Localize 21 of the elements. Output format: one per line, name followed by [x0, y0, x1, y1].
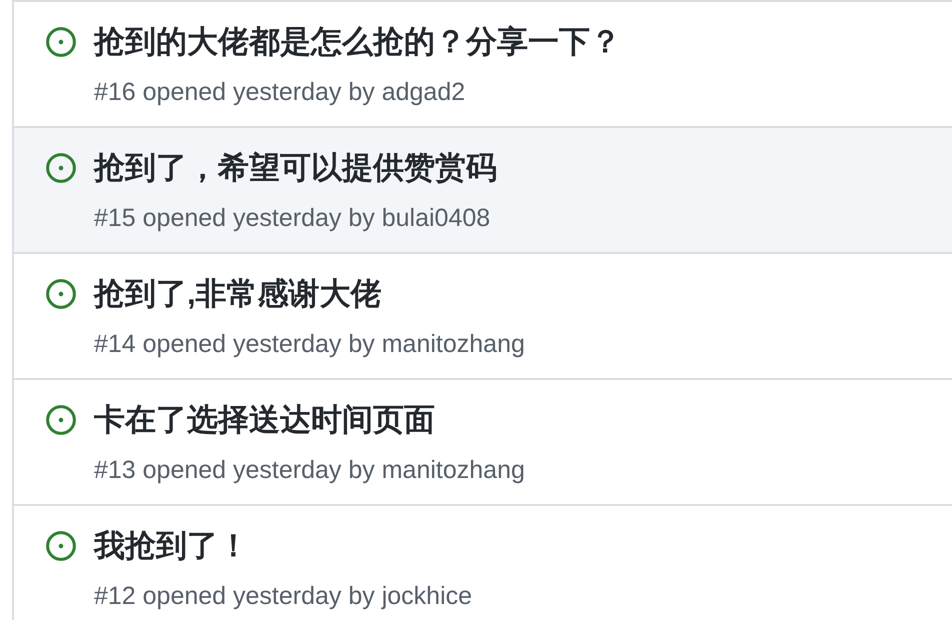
author-link[interactable]: manitozhang: [382, 456, 525, 484]
circle-dot-icon: [46, 531, 76, 561]
issue-meta-text: #12 opened yesterday by jockhice: [94, 581, 472, 612]
issue-meta-text: #15 opened yesterday by bulai0408: [94, 203, 490, 234]
issue-meta-text: #16 opened yesterday by adgad2: [94, 77, 466, 108]
issue-meta-text: #14 opened yesterday by manitozhang: [94, 329, 525, 360]
circle-dot-icon: [46, 279, 76, 309]
author-link[interactable]: adgad2: [382, 78, 466, 106]
issue-title-link[interactable]: 卡在了选择送达时间页面: [94, 396, 435, 444]
author-link[interactable]: bulai0408: [382, 204, 490, 232]
issue-row[interactable]: 抢到了，希望可以提供赞赏码 #15 opened yesterday by bulai0408: [14, 128, 952, 254]
circle-dot-icon: [46, 153, 76, 183]
circle-dot-icon: [46, 405, 76, 435]
issue-title-link[interactable]: 抢到的大佬都是怎么抢的？分享一下？: [94, 18, 621, 66]
circle-dot-icon: [46, 27, 76, 57]
issue-meta-text: #13 opened yesterday by manitozhang: [94, 455, 525, 486]
issue-title-link[interactable]: 抢到了，希望可以提供赞赏码: [94, 144, 497, 192]
issue-title-link[interactable]: 抢到了,非常感谢大佬: [94, 270, 382, 318]
author-link[interactable]: manitozhang: [382, 330, 525, 358]
author-link[interactable]: jockhice: [382, 582, 472, 610]
issue-title-link[interactable]: 我抢到了！: [94, 522, 249, 570]
